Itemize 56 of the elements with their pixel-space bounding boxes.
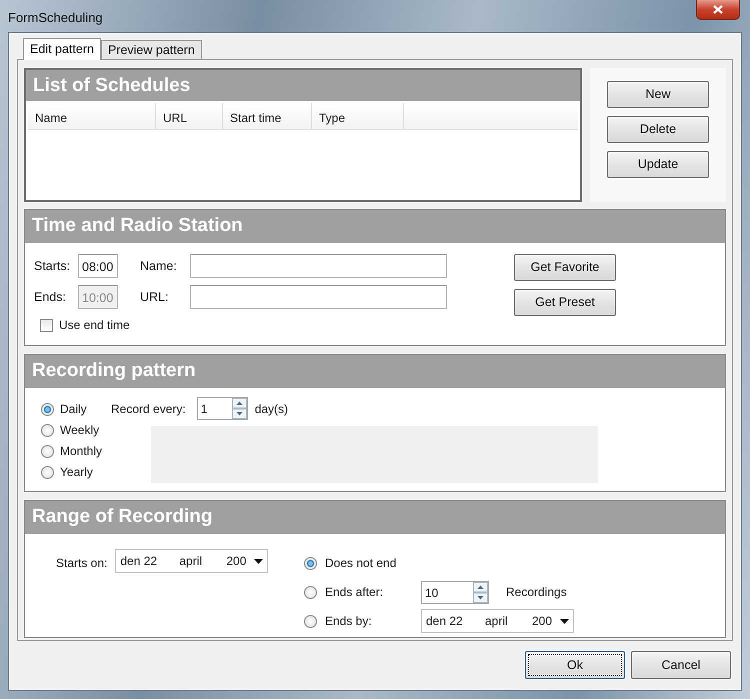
- radio-button[interactable]: [304, 586, 317, 598]
- column-header[interactable]: Name: [28, 103, 156, 129]
- caret-icon: [254, 558, 264, 564]
- spin-arrows-icon[interactable]: [232, 398, 247, 419]
- text-field[interactable]: [190, 254, 447, 278]
- field-label: Ends:: [34, 288, 67, 306]
- column-header[interactable]: Type: [312, 103, 404, 129]
- schedule-list[interactable]: Name URL Start time Type: [26, 103, 580, 200]
- favorite-button[interactable]: Get Favorite: [514, 254, 616, 281]
- radio-label: Weekly: [60, 422, 100, 439]
- checkbox-label: Use end time: [59, 317, 130, 334]
- radio-button[interactable]: [304, 614, 317, 628]
- radio-label: Daily: [60, 401, 87, 418]
- radio-button[interactable]: [304, 556, 317, 570]
- field-label: Name:: [140, 258, 178, 275]
- section-header: Recording pattern: [25, 355, 725, 388]
- number-spinner[interactable]: 10: [421, 580, 489, 604]
- radio-label: Yearly: [60, 464, 93, 481]
- radio-label: Ends by:: [325, 613, 373, 630]
- action-button[interactable]: New: [607, 81, 709, 108]
- spin-arrows-icon[interactable]: [473, 582, 488, 602]
- window-title: FormScheduling: [8, 9, 103, 27]
- preset-button[interactable]: Get Preset: [514, 289, 616, 316]
- radio-button[interactable]: [41, 402, 54, 416]
- caret-icon: [560, 618, 569, 624]
- radio-button[interactable]: [41, 444, 54, 458]
- close-button[interactable]: [696, 0, 740, 20]
- tab[interactable]: Edit pattern: [23, 38, 101, 60]
- column-header[interactable]: URL: [156, 103, 223, 129]
- radio-label: Monthly: [60, 443, 102, 460]
- field-label: Starts:: [34, 258, 72, 275]
- field-label: Record every:: [111, 400, 186, 418]
- radio-label: Does not end: [325, 555, 398, 572]
- close-icon: [713, 5, 723, 14]
- text-field[interactable]: [190, 285, 447, 309]
- number-spinner[interactable]: 1: [196, 397, 248, 420]
- radio-button[interactable]: [41, 424, 54, 436]
- action-button[interactable]: Update: [607, 151, 709, 178]
- action-button[interactable]: Delete: [607, 116, 709, 143]
- tab[interactable]: Preview pattern: [100, 40, 202, 59]
- unit-label: Recordings: [506, 584, 567, 601]
- column-header[interactable]: Start time: [223, 103, 312, 129]
- section-header: Range of Recording: [25, 501, 725, 534]
- radio-label: Ends after:: [325, 584, 384, 601]
- unit-label: day(s): [254, 400, 288, 418]
- section-header: List of Schedules: [26, 70, 580, 101]
- field-label: Starts on:: [56, 555, 108, 572]
- date-picker[interactable]: den 22 april 200: [421, 609, 574, 633]
- checkbox[interactable]: [40, 318, 53, 332]
- section-header: Time and Radio Station: [25, 210, 725, 243]
- dialog-button[interactable]: Cancel: [631, 651, 731, 679]
- time-field[interactable]: 08:00: [78, 254, 118, 278]
- field-label: URL:: [140, 288, 170, 306]
- radio-button[interactable]: [41, 466, 54, 478]
- date-picker[interactable]: den 22 april 200: [115, 549, 268, 573]
- dialog-button[interactable]: Ok: [525, 651, 625, 679]
